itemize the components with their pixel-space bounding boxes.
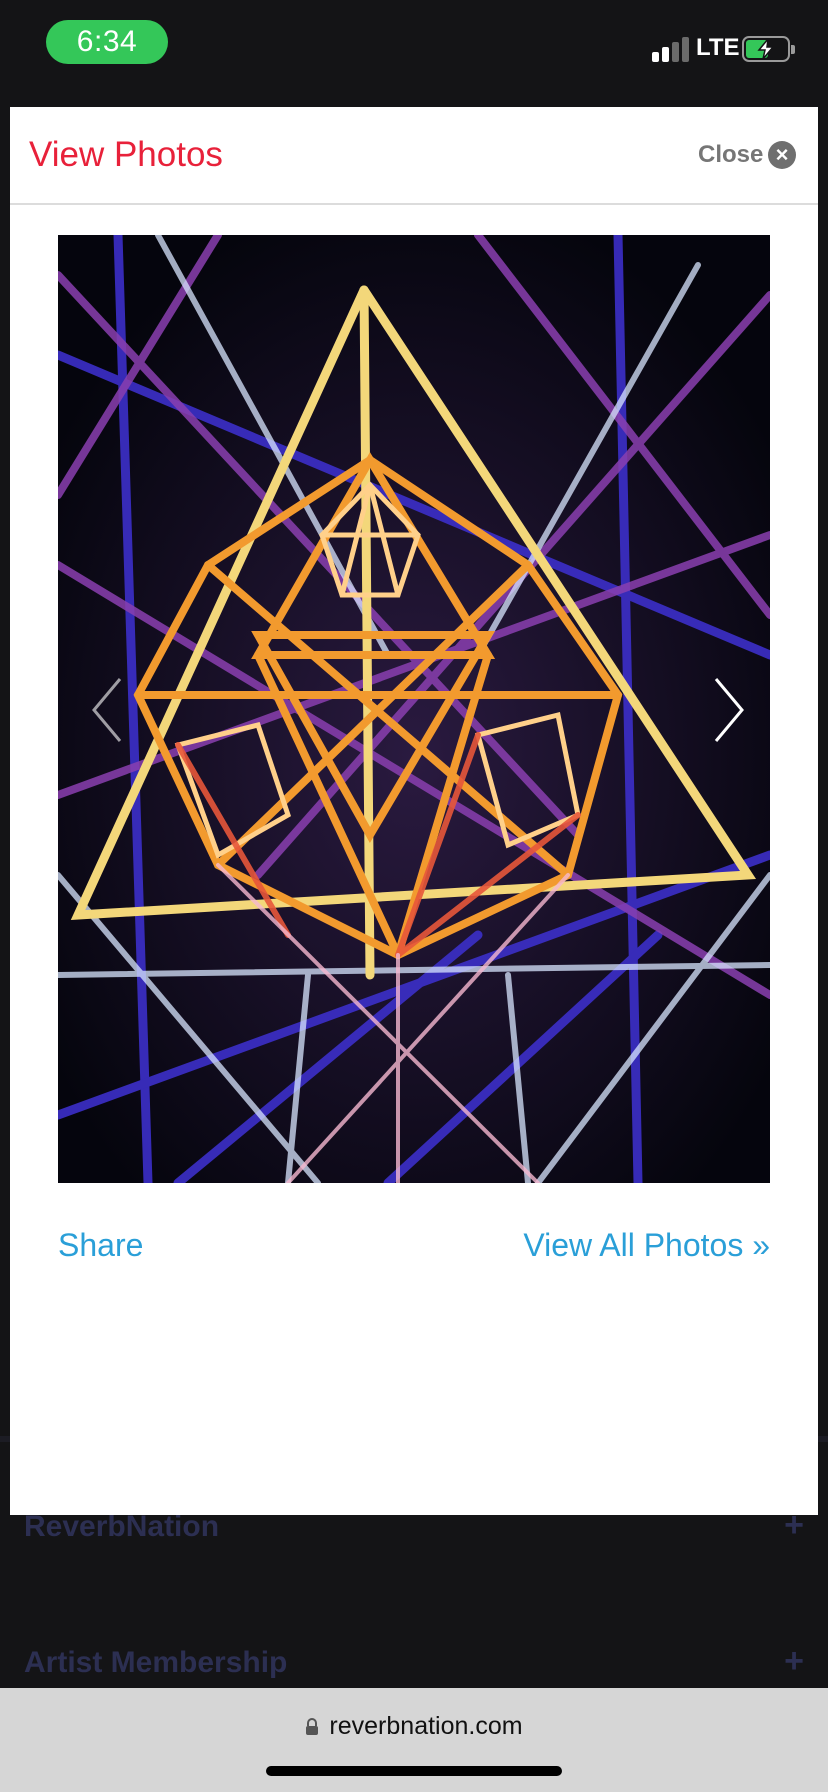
photo-image [58, 235, 770, 1183]
battery-icon [742, 36, 795, 62]
modal-header: View Photos Close × [10, 107, 818, 205]
url-text: reverbnation.com [329, 1712, 523, 1740]
charging-bolt-icon [757, 38, 775, 60]
cellular-signal-icon [652, 37, 690, 62]
share-link[interactable]: Share [58, 1227, 143, 1264]
close-button[interactable]: Close [698, 141, 763, 169]
home-indicator[interactable] [266, 1766, 562, 1776]
next-photo-icon[interactable] [708, 675, 748, 745]
status-bar: 6:34 LTE [0, 0, 828, 100]
status-time: 6:34 [46, 20, 168, 64]
footer-section-artist-membership[interactable]: Artist Membership [24, 1646, 287, 1680]
geometric-artwork [58, 235, 770, 1183]
expand-icon[interactable]: + [784, 1642, 804, 1681]
previous-photo-icon[interactable] [88, 675, 128, 745]
browser-address-bar: reverbnation.com [0, 1688, 828, 1792]
lock-icon [306, 1718, 319, 1735]
view-all-photos-link[interactable]: View All Photos » [523, 1227, 770, 1264]
modal-title: View Photos [29, 135, 223, 174]
footer-section-reverbnation[interactable]: ReverbNation [24, 1510, 219, 1544]
address-field[interactable]: reverbnation.com [0, 1712, 828, 1741]
close-icon[interactable]: × [768, 141, 796, 169]
photo-modal: View Photos Close × Share View All Photo… [10, 107, 818, 1515]
network-type: LTE [696, 34, 740, 61]
